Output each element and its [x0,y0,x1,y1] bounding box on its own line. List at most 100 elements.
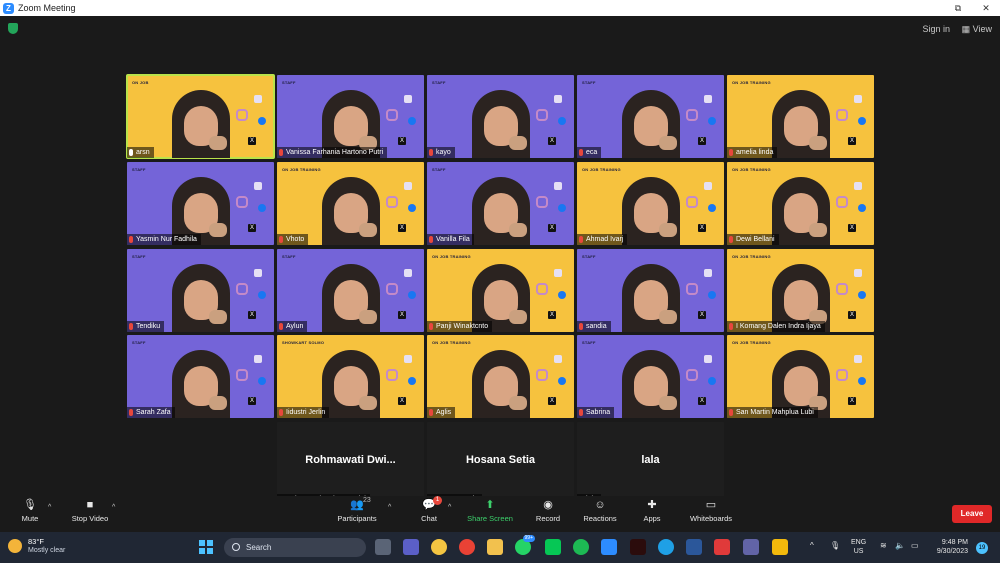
x-twitter-icon: X [248,137,256,145]
volume-icon[interactable]: 🔈 [895,541,905,550]
background-social-icons: X [236,95,266,151]
background-social-icons: X [236,269,266,325]
restore-window-button[interactable]: ⧉ [944,0,972,16]
adobe-icon[interactable] [714,539,730,555]
reactions-button[interactable]: ☺ Reactions [570,499,630,523]
background-banner-label: STAFF [132,340,146,345]
chat-options-caret[interactable]: ^ [448,504,451,511]
participant-name-tag: Dewi Bellani [727,234,779,245]
language-indicator[interactable]: ENG US [851,538,866,556]
task-view-icon[interactable] [375,539,391,555]
taskbar-search[interactable]: Search [224,538,366,557]
participant-tile[interactable]: ON JOB TRAINING X I Komang Dalen Indra Ija… [727,249,874,332]
participant-tile[interactable]: SHOWKART SOLMO X Iidustri Jerlin [277,335,424,418]
audio-options-caret[interactable]: ^ [48,504,51,511]
tray-mic-icon[interactable]: 🎙 [830,541,840,550]
background-social-icons: X [836,182,866,238]
mute-button[interactable]: 🎙 Mute [0,499,60,523]
participant-tile[interactable]: ON JOB TRAINING X Panji Winaktcnto [427,249,574,332]
participant-name: Sarah Zafa [136,409,171,416]
participants-button[interactable]: 👥 23 Participants [327,497,387,523]
participant-tile[interactable]: STAFF X Sabrina [577,335,724,418]
participant-tile[interactable]: STAFF X Aylun [277,249,424,332]
instagram-icon [836,283,848,295]
leave-button[interactable]: Leave [952,505,992,523]
chrome-canary-icon[interactable] [431,539,447,555]
participant-tile[interactable]: STAFF X Yasmin Nur Fadhila [127,162,274,245]
participant-tile[interactable]: STAFF Xsandia [577,249,724,332]
participant-tile[interactable]: STAFF X Sarah Zafa [127,335,274,418]
chat-button[interactable]: 💬 1 Chat [399,496,459,523]
participant-tile[interactable]: ON JOB TRAINING X San Martin Mahplua Lubi [727,335,874,418]
background-social-icons: X [686,95,716,151]
lang-top: ENG [851,539,867,546]
whatsapp-icon[interactable]: 99+ [515,535,535,555]
close-window-button[interactable]: ✕ [972,0,1000,16]
participant-tile[interactable]: STAFF X Tendiku [127,249,274,332]
clock[interactable]: 9:48 PM 9/30/2023 [930,538,968,556]
participant-tile[interactable]: Hosana SetiaHosana Setia [427,422,574,505]
share-screen-button[interactable]: ⬆ Share Screen [460,499,520,523]
background-banner-label: ON JOB TRAINING [432,340,471,345]
whiteboards-button[interactable]: ▭ Whiteboards [681,499,741,523]
mic-muted-icon [579,236,583,243]
instagram-icon [236,196,248,208]
participant-tile[interactable]: STAFF Xeca [577,75,724,158]
facebook-icon [558,291,566,299]
participant-tile[interactable]: STAFF Xkayo [427,75,574,158]
participant-name: Aglis [436,409,452,416]
security-shield-icon[interactable] [772,539,788,555]
background-banner-label: STAFF [582,254,596,259]
tray-overflow-caret-icon[interactable]: ^ [810,541,814,550]
record-button[interactable]: ◉ Record [518,499,578,523]
background-banner-label: ON JOB TRAINING [432,254,471,259]
mic-muted-icon [429,236,433,243]
illustrator-icon[interactable] [630,539,646,555]
participant-tile[interactable]: ON JOB TRAINING X Ahmad Ivarj [577,162,724,245]
participant-name: kayo [436,149,451,156]
mic-muted-icon [579,409,583,416]
zoom-taskbar-icon[interactable] [601,539,617,555]
background-banner-label: ON JOB TRAINING [732,340,771,345]
linkedin-icon [404,269,412,277]
background-social-icons: X [386,269,416,325]
share-screen-icon: ⬆ [485,499,495,511]
participant-tile[interactable]: STAFF X Vanissa Farhania Hartono Putri [277,75,424,158]
participant-tile[interactable]: lalalala [577,422,724,505]
linkedin-icon [854,269,862,277]
instagram-icon [536,196,548,208]
participant-name-tag: Sarah Zafa [127,407,175,418]
teams-icon[interactable] [743,539,759,555]
participant-tile[interactable]: ON JOB TRAINING X Aglis [427,335,574,418]
instagram-icon [236,283,248,295]
background-social-icons: X [536,269,566,325]
teams-chat-icon[interactable] [403,539,419,555]
participant-tile[interactable]: ON JOB TRAINING X Dewi Bellani [727,162,874,245]
battery-icon[interactable]: ▭ [911,541,919,550]
weather-widget[interactable]: 83°F Mostly clear [8,537,65,555]
windows-start-icon[interactable] [199,540,213,554]
participant-tile[interactable]: STAFF X Vanilla Fila [427,162,574,245]
instagram-icon [536,283,548,295]
notification-badge[interactable]: 19 [976,542,988,554]
line-icon[interactable] [545,539,561,555]
participant-tile[interactable]: ON JOB Xarsn [126,74,275,159]
participant-tile[interactable]: Rohmawati Dwi...Rohmawati Dwi Anggreini [277,422,424,505]
participant-tile[interactable]: ON JOB TRAINING Xamelia linda [727,75,874,158]
word-icon[interactable] [686,539,702,555]
background-social-icons: X [836,355,866,411]
participant-hand [208,396,227,410]
stop-video-button[interactable]: ■ Stop Video [60,499,120,523]
video-options-caret[interactable]: ^ [112,504,115,511]
file-explorer-icon[interactable] [487,539,503,555]
chrome-icon[interactable] [459,539,475,555]
zoom-logo-icon: Z [3,2,14,14]
participant-tile[interactable]: ON JOB TRAINING X Vhoto [277,162,424,245]
spotify-icon[interactable] [573,539,589,555]
participants-options-caret[interactable]: ^ [388,504,391,511]
apps-button[interactable]: ✚ Apps [622,499,682,523]
edge-icon[interactable] [658,539,674,555]
mic-muted-icon [129,323,133,330]
wifi-icon[interactable]: ≋ [880,541,887,550]
linkedin-icon [404,355,412,363]
